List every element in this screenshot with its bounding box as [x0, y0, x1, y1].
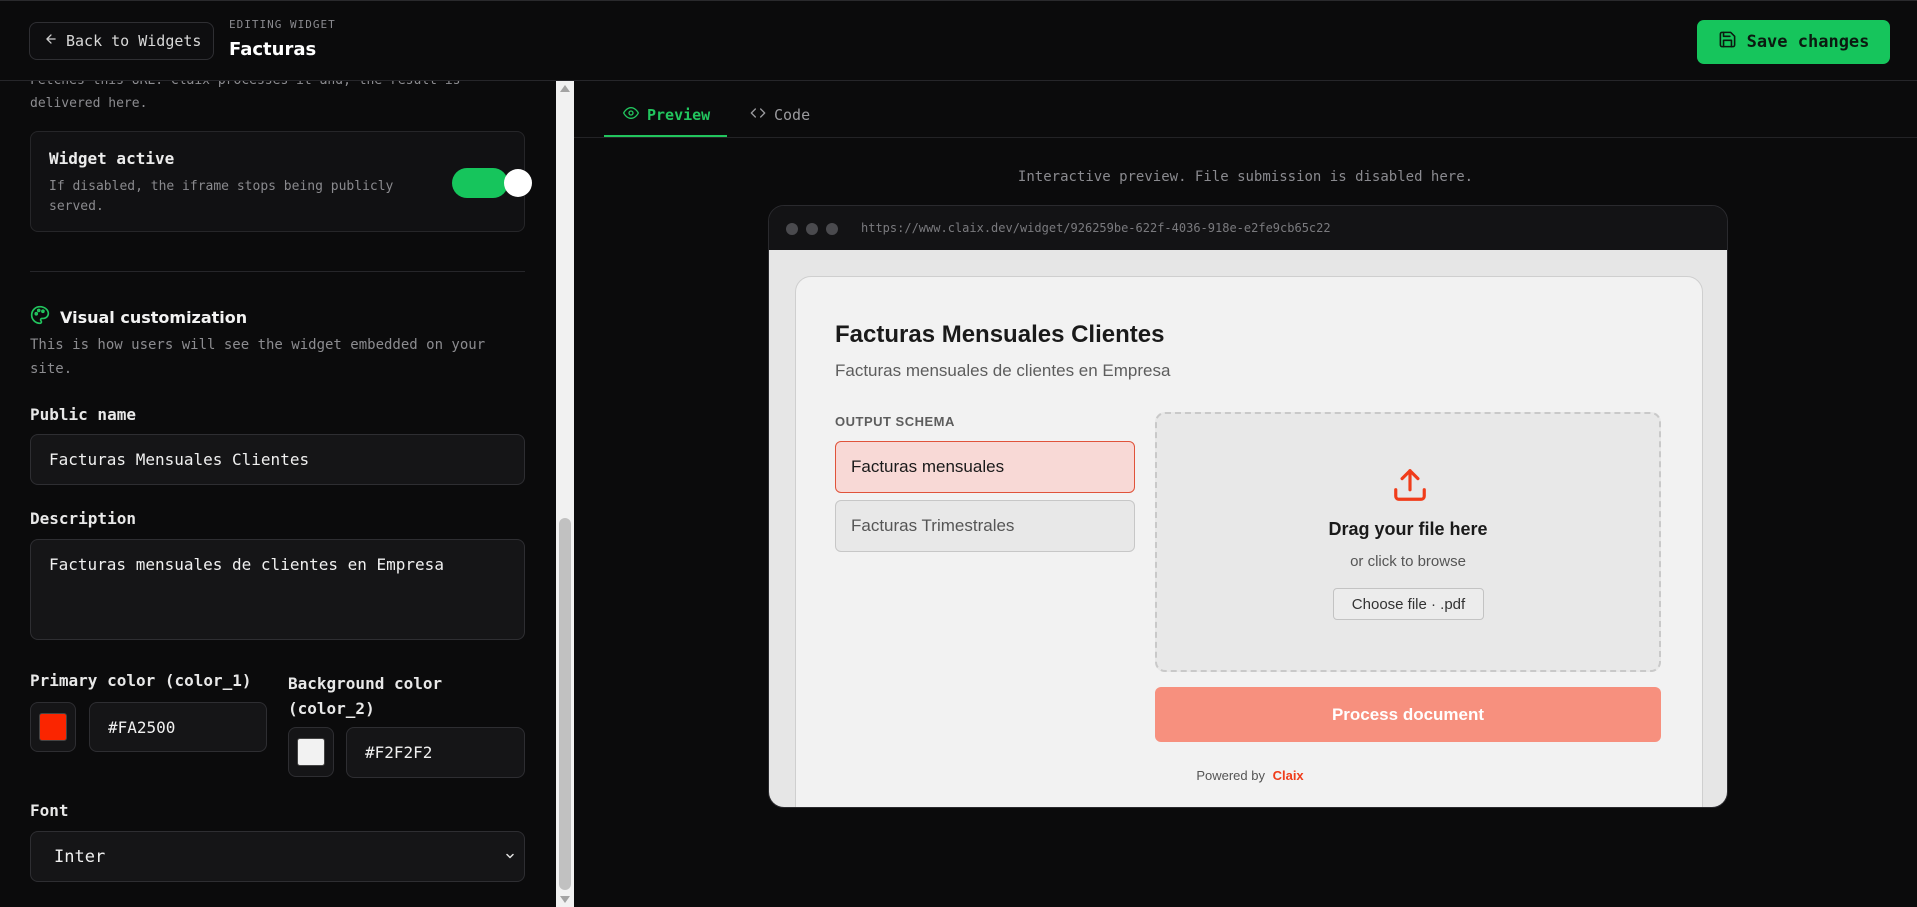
dropzone-title: Drag your file here — [1328, 519, 1488, 539]
background-color-picker[interactable] — [288, 727, 334, 777]
widget-title: Facturas Mensuales Clientes — [835, 321, 1165, 348]
scrollbar-thumb[interactable] — [559, 518, 571, 890]
file-dropzone[interactable]: Drag your file here or click to browse C… — [1155, 412, 1661, 672]
choose-file-button[interactable]: Choose file · .pdf — [1333, 588, 1484, 620]
browser-frame: https://www.claix.dev/widget/926259be-62… — [768, 205, 1728, 808]
preview-url: https://www.claix.dev/widget/926259be-62… — [861, 221, 1331, 235]
top-bar: Back to Widgets EDITING WIDGET Facturas … — [0, 0, 1917, 81]
save-icon — [1718, 30, 1737, 54]
process-document-button[interactable]: Process document — [1155, 687, 1661, 742]
preview-hint: Interactive preview. File submission is … — [1017, 169, 1474, 185]
widget-active-card: Widget active If disabled, the iframe st… — [30, 131, 532, 232]
eye-icon — [623, 105, 639, 125]
back-label: Back to Widgets — [66, 32, 202, 50]
primary-color-swatch — [39, 713, 67, 741]
description-textarea[interactable]: Facturas mensuales de clientes en Empres… — [30, 539, 525, 640]
scroll-down-arrow-icon[interactable] — [560, 896, 570, 903]
font-label: Font — [30, 801, 69, 820]
description-label: Description — [30, 509, 136, 528]
palette-icon — [30, 305, 50, 329]
widget-active-title: Widget active — [49, 149, 175, 168]
settings-scrollbar[interactable] — [556, 81, 574, 907]
primary-color-label: Primary color (color_1) — [30, 671, 252, 690]
font-select-value: Inter — [54, 846, 106, 867]
page-title: Facturas — [229, 39, 317, 60]
widget-active-description: If disabled, the iframe stops being publ… — [49, 179, 394, 214]
code-icon — [750, 105, 766, 125]
background-color-label: Background color (color_2) — [288, 674, 443, 718]
brand-link[interactable]: Claix — [1273, 768, 1304, 783]
back-to-widgets-button[interactable]: Back to Widgets — [29, 22, 214, 60]
widget-card: Facturas Mensuales Clientes Facturas men… — [795, 276, 1704, 807]
schema-option-selected[interactable]: Facturas mensuales — [835, 441, 1135, 493]
divider — [30, 271, 525, 272]
save-changes-button[interactable]: Save changes — [1697, 20, 1890, 64]
background-color-input[interactable]: #F2F2F2 — [346, 727, 525, 778]
save-label: Save changes — [1746, 32, 1870, 52]
browser-bar: https://www.claix.dev/widget/926259be-62… — [769, 206, 1727, 250]
active-tab-indicator — [604, 135, 727, 137]
background-color-swatch — [297, 738, 325, 766]
window-dot-icon — [826, 223, 838, 235]
visual-customization-description: This is how users will see the widget em… — [30, 337, 486, 377]
public-name-label: Public name — [30, 405, 136, 424]
webhook-description: Fetches this URL. Claix processes it and… — [30, 81, 460, 111]
font-select[interactable]: Inter — [30, 831, 525, 882]
window-dot-icon — [806, 223, 818, 235]
chevron-down-icon — [504, 847, 516, 867]
preview-tabs: Preview Code — [574, 81, 1917, 138]
widget-description: Facturas mensuales de clientes en Empres… — [835, 361, 1171, 380]
tab-preview-label: Preview — [647, 106, 711, 124]
tab-code-label: Code — [774, 106, 811, 124]
public-name-input[interactable]: Facturas Mensuales Clientes — [30, 434, 525, 485]
schema-option[interactable]: Facturas Trimestrales — [835, 500, 1135, 552]
preview-panel: Preview Code Interactive preview. File s… — [574, 81, 1917, 907]
window-dot-icon — [786, 223, 798, 235]
tab-preview[interactable]: Preview — [623, 105, 710, 125]
dropzone-subtitle: or click to browse — [1350, 553, 1466, 570]
settings-panel: Fetches this URL. Claix processes it and… — [0, 81, 556, 907]
powered-by-label: Powered by — [1196, 768, 1265, 783]
visual-customization-heading: Visual customization — [30, 305, 247, 329]
primary-color-picker[interactable] — [30, 702, 76, 752]
visual-customization-title: Visual customization — [60, 307, 248, 327]
scroll-up-arrow-icon[interactable] — [560, 85, 570, 92]
widget-active-toggle[interactable] — [452, 168, 508, 198]
arrow-left-icon — [44, 32, 58, 50]
output-schema-label: OUTPUT SCHEMA — [835, 414, 955, 429]
primary-color-input[interactable]: #FA2500 — [89, 702, 267, 752]
powered-by: Powered by Claix — [796, 768, 1704, 783]
widget-viewport: Facturas Mensuales Clientes Facturas men… — [769, 250, 1727, 807]
tab-code[interactable]: Code — [750, 105, 810, 125]
editing-widget-label: EDITING WIDGET — [229, 18, 336, 31]
toggle-knob[interactable] — [504, 169, 532, 197]
